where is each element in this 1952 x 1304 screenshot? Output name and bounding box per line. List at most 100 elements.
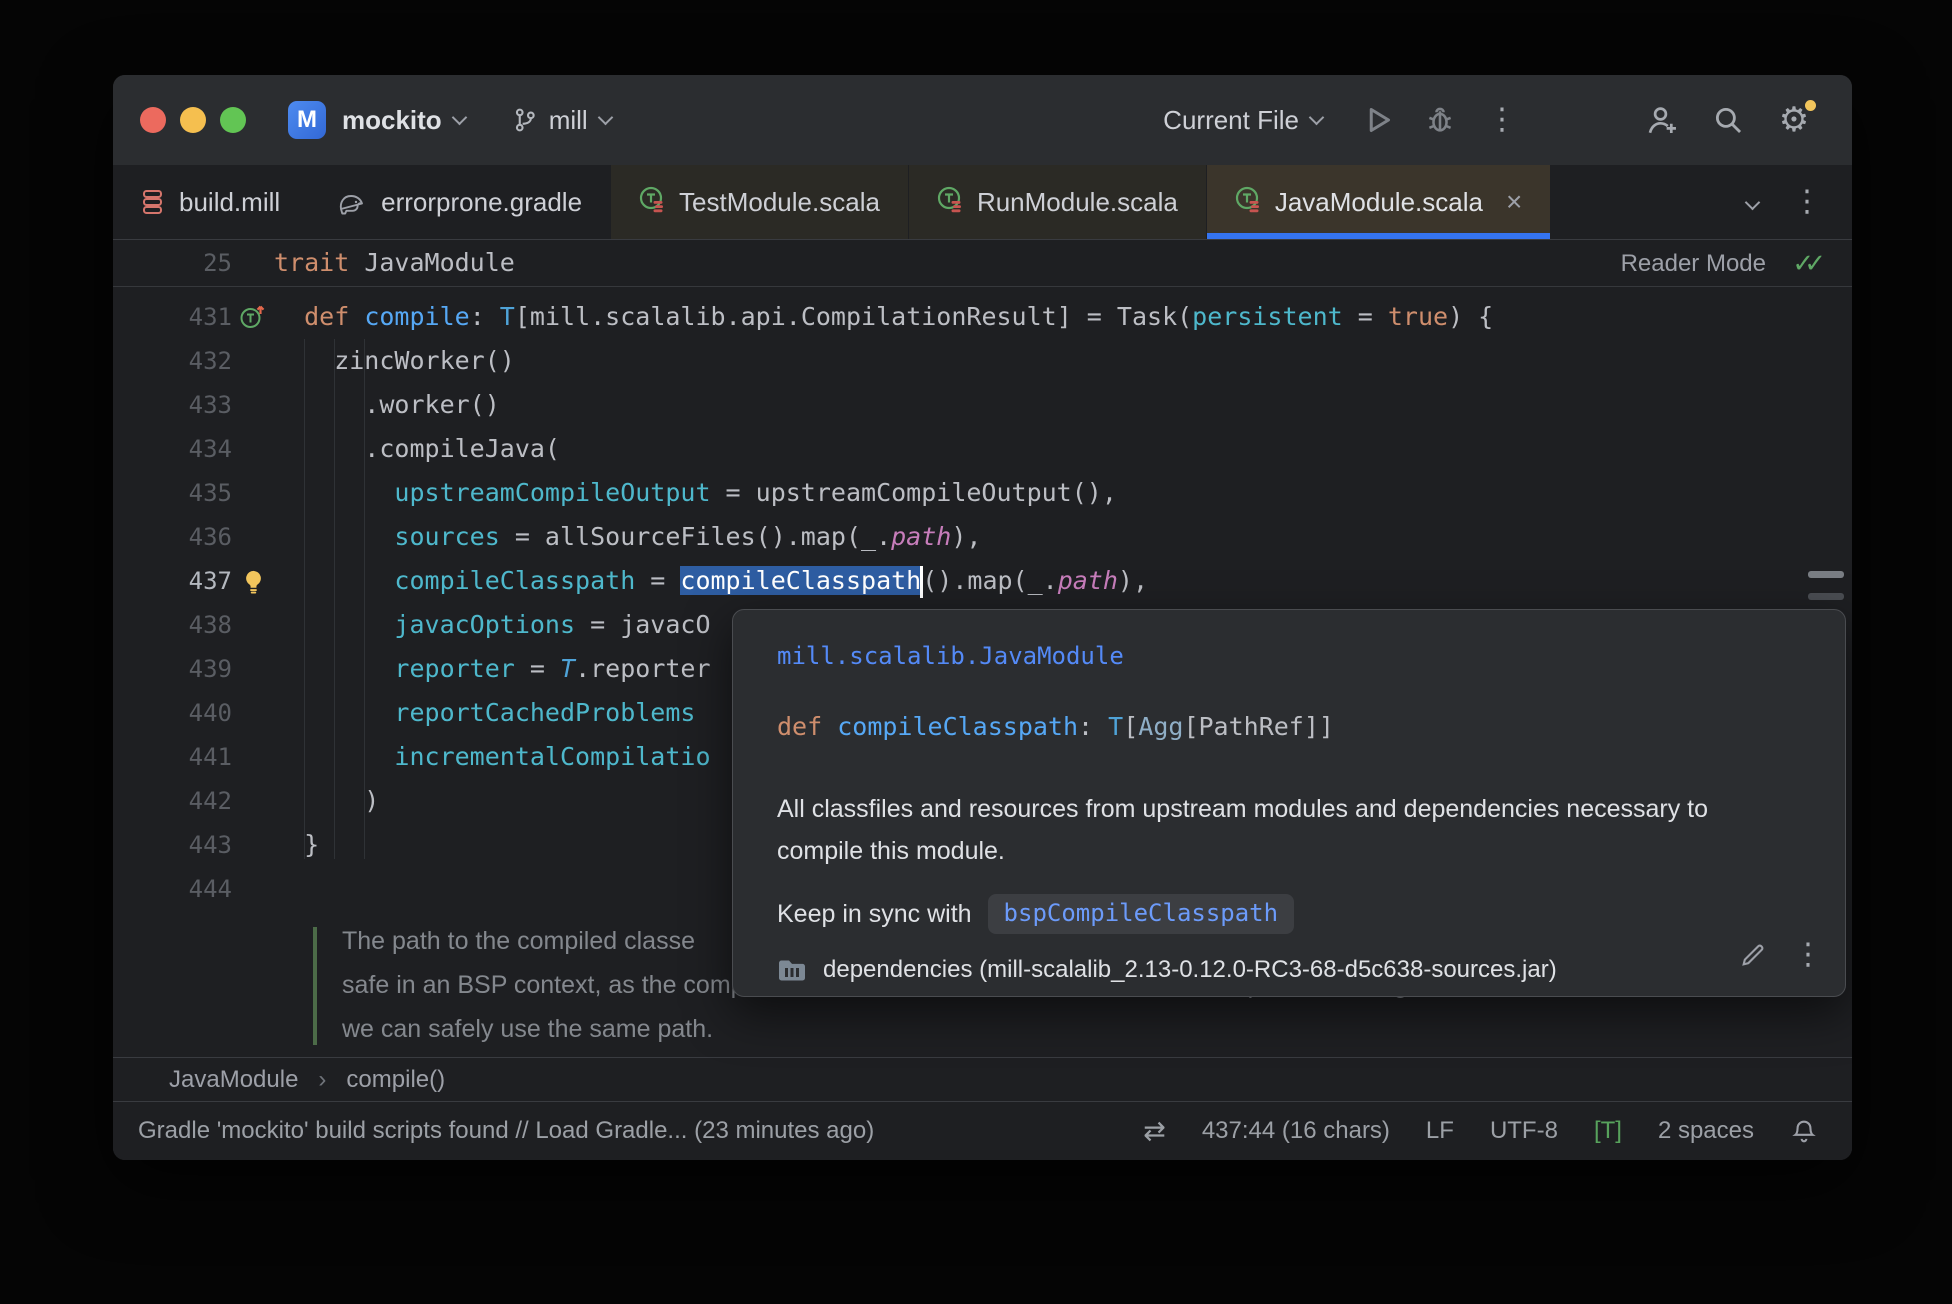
settings-gear-icon[interactable]: ⚙ (1772, 98, 1816, 142)
tab-runmodule-scala[interactable]: RunModule.scala (907, 165, 1206, 239)
quick-documentation-popup: mill.scalalib.JavaModule def compileClas… (732, 609, 1846, 997)
tab-label: errorprone.gradle (381, 186, 583, 217)
type-aware-highlighting-widget[interactable]: [T] (1594, 1117, 1622, 1145)
branch-name: mill (548, 104, 588, 135)
tab-list-chevron-icon[interactable] (1744, 194, 1761, 210)
override-marker-icon[interactable] (239, 303, 267, 331)
sticky-code-text[interactable]: trait JavaModule (274, 241, 515, 285)
debug-button[interactable] (1418, 98, 1462, 142)
tab-build-mill[interactable]: build.mill (113, 165, 308, 239)
macos-traffic-lights (140, 107, 246, 133)
search-icon[interactable] (1706, 98, 1750, 142)
line-number[interactable]: 439 (113, 655, 232, 683)
doc-comment-line: The path to the compiled classe (342, 927, 695, 955)
code-text[interactable]: reportCachedProblems (274, 691, 695, 735)
line-number[interactable]: 432 (113, 347, 232, 375)
tab-javamodule-scala[interactable]: JavaModule.scala × (1205, 165, 1551, 239)
add-user-icon[interactable] (1640, 98, 1684, 142)
tab-errorprone-gradle[interactable]: errorprone.gradle (308, 165, 610, 239)
doc-comment-line: we can safely use the same path. (342, 1015, 714, 1043)
close-window-button[interactable] (140, 107, 166, 133)
zoom-window-button[interactable] (220, 107, 246, 133)
tab-label: RunModule.scala (976, 186, 1178, 217)
chevron-down-icon[interactable] (1308, 109, 1325, 125)
sticky-line-number[interactable]: 25 (113, 249, 232, 277)
scala-trait-icon (1235, 186, 1259, 212)
sync-columns-icon[interactable]: ⇄ (1143, 1116, 1166, 1147)
more-actions-icon[interactable]: ⋮ (1480, 98, 1524, 142)
vcs-branch-widget[interactable]: mill (511, 104, 613, 136)
close-tab-icon[interactable]: × (1506, 186, 1522, 218)
code-text[interactable]: .worker() (274, 383, 499, 427)
notifications-bell-icon[interactable] (1790, 1117, 1818, 1145)
line-number[interactable]: 433 (113, 391, 232, 419)
sticky-context-line: 25 trait JavaModule Reader Mode ✓✓ (113, 240, 1852, 287)
breadcrumb-item-javamodule[interactable]: JavaModule (169, 1066, 298, 1094)
title-bar: M mockito mill Current File ⋮ ⚙ (113, 75, 1852, 165)
line-number[interactable]: 437 (113, 567, 232, 595)
code-text[interactable]: zincWorker() (274, 339, 515, 383)
doc-sync-code-chip[interactable]: bspCompileClasspath (987, 894, 1295, 934)
code-line[interactable]: 436 sources = allSourceFiles().map(_.pat… (113, 515, 1852, 559)
doc-source-text[interactable]: dependencies (mill-scalalib_2.13-0.12.0-… (823, 956, 1557, 984)
code-text[interactable]: compileClasspath = compileClasspath().ma… (274, 559, 1148, 603)
code-text[interactable]: javacOptions = javacO (274, 603, 710, 647)
code-text[interactable]: .compileJava( (274, 427, 560, 471)
code-text[interactable]: incrementalCompilatio (274, 735, 710, 779)
line-number[interactable]: 444 (113, 875, 232, 903)
code-text[interactable]: def compile: T[mill.scalalib.api.Compila… (274, 295, 1493, 339)
code-text[interactable]: sources = allSourceFiles().map(_.path), (274, 515, 981, 559)
reader-mode-label[interactable]: Reader Mode (1621, 240, 1766, 287)
line-number[interactable]: 435 (113, 479, 232, 507)
line-number[interactable]: 431 (113, 303, 232, 331)
tab-label: build.mill (179, 186, 281, 217)
library-folder-icon (779, 960, 805, 981)
breadcrumb-item-compile[interactable]: compile() (346, 1066, 445, 1094)
code-text[interactable]: upstreamCompileOutput = upstreamCompileO… (274, 471, 1116, 515)
code-text[interactable]: ) (274, 779, 379, 823)
tab-options-icon[interactable]: ⋮ (1792, 187, 1822, 217)
caret-position-widget[interactable]: 437:44 (16 chars) (1202, 1117, 1390, 1145)
doc-sync-row: Keep in sync with bspCompileClasspath (777, 894, 1295, 934)
inspections-ok-icon[interactable]: ✓✓ (1792, 240, 1826, 287)
code-line[interactable]: 432 zincWorker() (113, 339, 1852, 383)
run-button[interactable] (1356, 98, 1400, 142)
tab-testmodule-scala[interactable]: TestModule.scala (610, 165, 908, 239)
chevron-down-icon[interactable] (451, 109, 467, 125)
code-line[interactable]: 431 def compile: T[mill.scalalib.api.Com… (113, 295, 1852, 339)
line-ending-widget[interactable]: LF (1426, 1117, 1454, 1145)
lightbulb-icon[interactable] (240, 568, 267, 595)
code-text[interactable]: } (274, 823, 319, 867)
popup-more-icon[interactable]: ⋮ (1793, 940, 1823, 970)
code-line[interactable]: 435 upstreamCompileOutput = upstreamComp… (113, 471, 1852, 515)
line-number[interactable]: 434 (113, 435, 232, 463)
statusbar-message[interactable]: Gradle 'mockito' build scripts found // … (138, 1117, 874, 1145)
project-name[interactable]: mockito (342, 105, 442, 136)
tab-label: TestModule.scala (679, 186, 880, 217)
doc-qualifier-link[interactable]: mill.scalalib.JavaModule (777, 642, 1124, 670)
editor-tab-bar: build.mill errorprone.gradle TestModule.… (113, 165, 1852, 240)
gutter-icon-slot (232, 303, 274, 331)
breadcrumb-separator: › (318, 1065, 327, 1093)
line-number[interactable]: 440 (113, 699, 232, 727)
scrollbar-mark[interactable] (1808, 593, 1844, 600)
gradle-file-icon (340, 195, 364, 215)
scrollbar-mark[interactable] (1808, 571, 1844, 578)
edit-pencil-icon[interactable] (1739, 941, 1767, 969)
run-configuration-selector[interactable]: Current File (1163, 105, 1299, 136)
line-number[interactable]: 436 (113, 523, 232, 551)
minimize-window-button[interactable] (180, 107, 206, 133)
code-line[interactable]: 437 compileClasspath = compileClasspath(… (113, 559, 1852, 603)
line-number[interactable]: 443 (113, 831, 232, 859)
indent-widget[interactable]: 2 spaces (1658, 1117, 1754, 1145)
encoding-widget[interactable]: UTF-8 (1490, 1117, 1558, 1145)
code-text[interactable]: reporter = T.reporter (274, 647, 710, 691)
project-icon[interactable]: M (288, 101, 326, 139)
code-line[interactable]: 434 .compileJava( (113, 427, 1852, 471)
code-line[interactable]: 433 .worker() (113, 383, 1852, 427)
tab-label: JavaModule.scala (1274, 186, 1483, 217)
line-number[interactable]: 438 (113, 611, 232, 639)
line-number[interactable]: 442 (113, 787, 232, 815)
line-number[interactable]: 441 (113, 743, 232, 771)
mill-file-icon (143, 190, 162, 214)
